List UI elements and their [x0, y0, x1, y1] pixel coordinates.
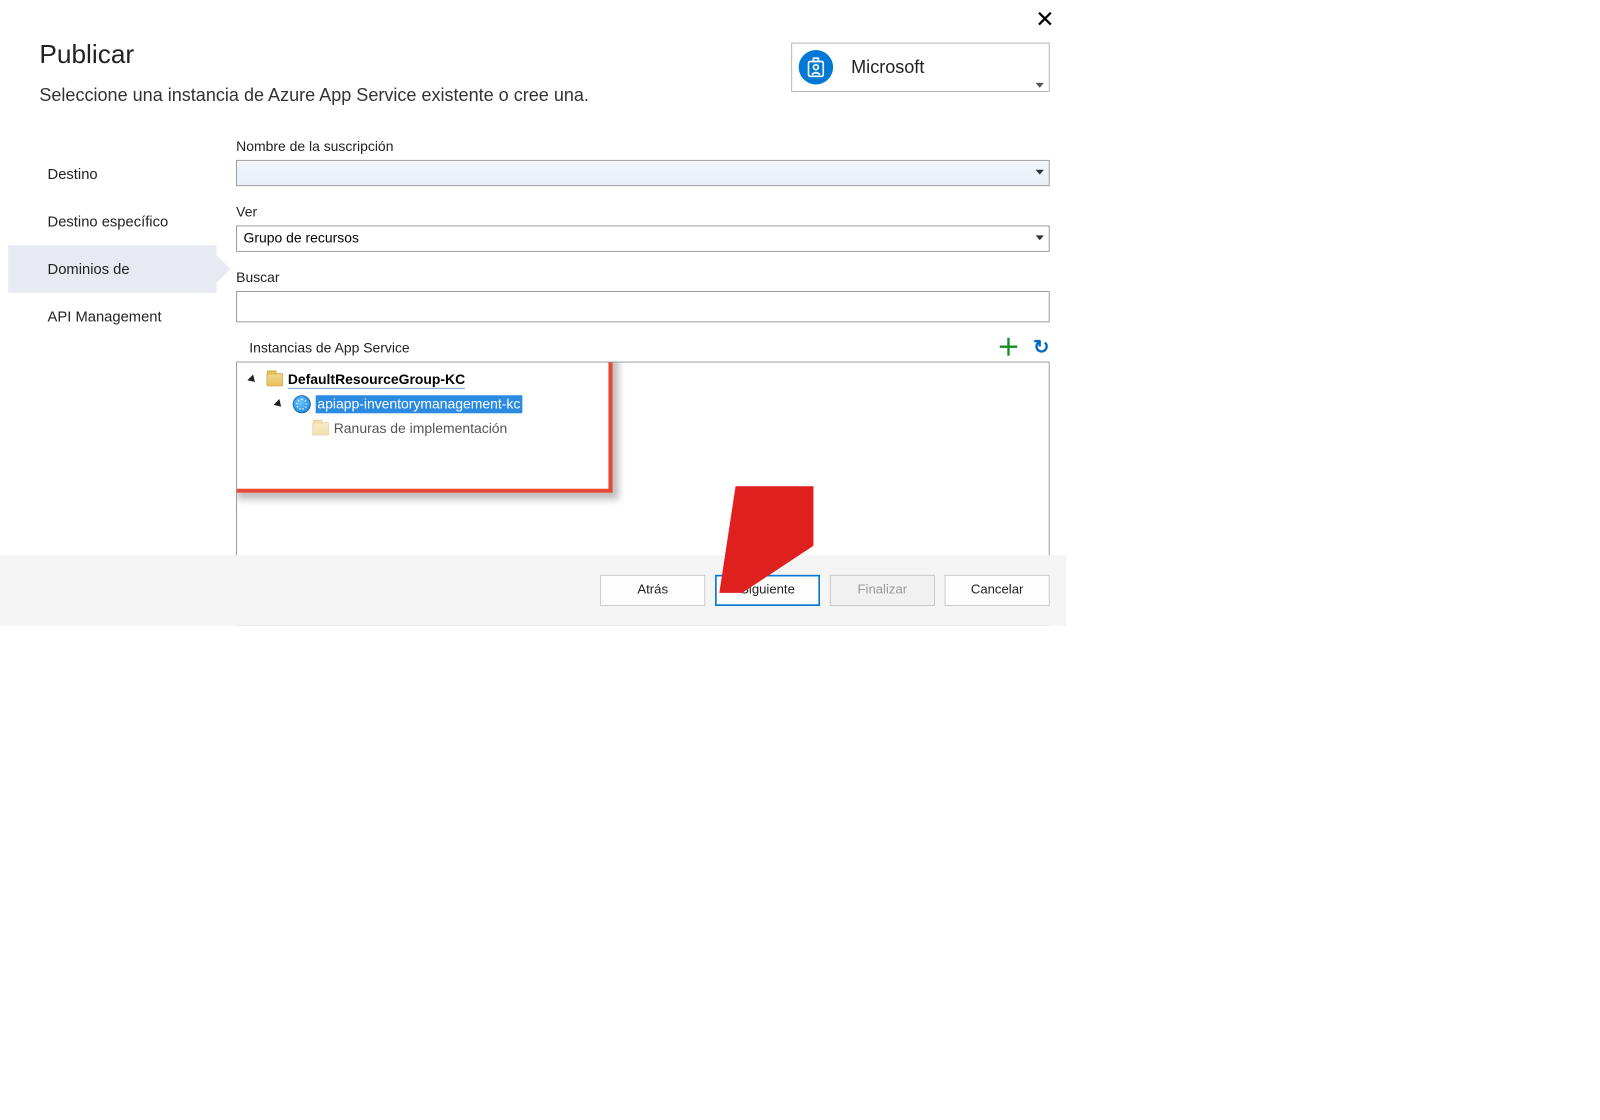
folder-icon	[312, 422, 328, 435]
tree-deployment-slots[interactable]: Ranuras de implementación	[244, 417, 1043, 442]
slots-label: Ranuras de implementación	[334, 421, 508, 437]
cancel-button[interactable]: Cancelar	[945, 575, 1050, 606]
sidebar-item-destino[interactable]: Destino	[8, 150, 216, 198]
view-combo[interactable]: Grupo de recursos	[236, 226, 1049, 252]
tree-resource-group[interactable]: DefaultResourceGroup-KC	[244, 367, 1043, 392]
close-button[interactable]: ✕	[1035, 8, 1054, 31]
refresh-icon[interactable]: ↻	[1033, 335, 1049, 359]
badge-icon	[799, 50, 833, 84]
account-picker[interactable]: Microsoft	[791, 43, 1049, 92]
add-icon[interactable]: ＋	[997, 336, 1020, 359]
tree-label: Instancias de App Service	[249, 340, 1049, 356]
app-name: apiapp-inventorymanagement-kc	[316, 395, 522, 413]
sidebar-item-label: Destino	[48, 165, 98, 182]
back-button[interactable]: Atrás	[600, 575, 705, 606]
webapp-icon	[293, 395, 311, 413]
account-name: Microsoft	[851, 57, 924, 78]
view-value: Grupo de recursos	[244, 230, 359, 246]
folder-icon	[267, 373, 283, 386]
next-button[interactable]: Siguiente	[715, 575, 820, 606]
chevron-down-icon	[1036, 235, 1044, 240]
tree-app-instance[interactable]: apiapp-inventorymanagement-kc	[244, 392, 1043, 417]
expand-icon[interactable]	[274, 399, 284, 409]
sidebar-item-label: Dominios de	[48, 260, 130, 277]
search-input[interactable]	[236, 291, 1049, 322]
sidebar-item-api-management[interactable]: API Management	[8, 293, 216, 341]
chevron-down-icon	[1036, 170, 1044, 175]
view-label: Ver	[236, 204, 1049, 220]
subscription-label: Nombre de la suscripción	[236, 139, 1049, 155]
sidebar-item-destino-especifico[interactable]: Destino específico	[8, 198, 216, 246]
search-label: Buscar	[236, 270, 1049, 286]
resource-group-name: DefaultResourceGroup-KC	[288, 371, 465, 388]
sidebar-item-label: API Management	[48, 308, 162, 325]
sidebar-item-dominios[interactable]: Dominios de	[8, 245, 216, 293]
sidebar-item-label: Destino específico	[48, 213, 169, 230]
expand-icon[interactable]	[247, 374, 257, 384]
subscription-combo[interactable]	[236, 160, 1049, 186]
chevron-down-icon	[1036, 83, 1044, 88]
finish-button: Finalizar	[830, 575, 935, 606]
